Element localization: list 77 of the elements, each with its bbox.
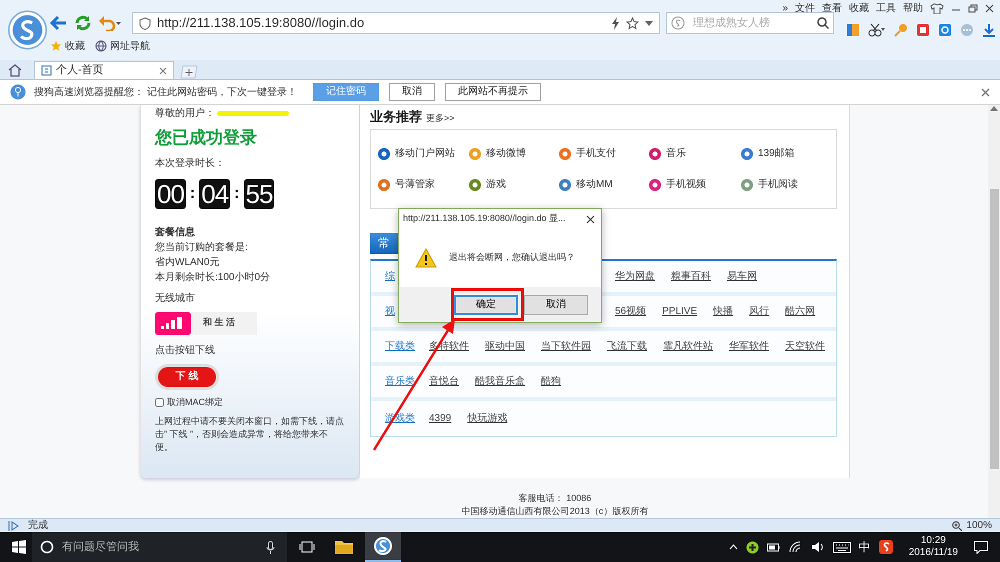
site-link[interactable]: 华军软件 xyxy=(729,339,769,354)
logout-button[interactable]: 下 线 xyxy=(158,366,216,386)
duration-label: 本次登录时长： xyxy=(155,156,226,170)
site-link[interactable]: 4399 xyxy=(429,411,452,426)
site-link[interactable]: 易车网 xyxy=(727,269,757,284)
site-link[interactable]: 酷狗 xyxy=(541,374,561,389)
browser-tab[interactable]: 个人-首页 xyxy=(34,61,174,79)
site-link[interactable]: 快玩游戏 xyxy=(467,411,508,426)
site-link[interactable]: 当下软件园 xyxy=(541,339,591,354)
menu-item[interactable]: 工具 xyxy=(876,0,896,16)
site-link[interactable]: PPLIVE xyxy=(662,304,698,319)
status-text: 完成 xyxy=(28,518,48,533)
site-link[interactable]: 糗事百科 xyxy=(671,269,711,284)
site-link[interactable]: 天空软件 xyxy=(785,339,825,354)
more-link[interactable]: 更多>> xyxy=(426,112,455,126)
timer-digits: 00 xyxy=(155,178,186,208)
timer-digits: 04 xyxy=(199,178,230,208)
hotline-text: 客服电话： 10086 xyxy=(518,492,592,505)
site-link[interactable]: 飞流下载 xyxy=(607,339,647,354)
search-box[interactable]: 理想成熟女人榜 xyxy=(666,12,834,34)
timer-separator: : xyxy=(234,184,240,204)
plan-info-text: 省内WLAN0元 xyxy=(155,256,220,270)
site-link[interactable]: 驱动中国 xyxy=(485,339,525,354)
menu-item[interactable]: 帮助 xyxy=(903,0,923,16)
site-link[interactable]: 56视频 xyxy=(615,304,646,319)
category-link[interactable]: 下载类 xyxy=(385,339,413,354)
notice-text: 上网过程中请不要关闭本窗口，如需下线，请点击” 下线 ”，否则会造成异常，将给您带来不便。 xyxy=(155,415,345,454)
dialog-button[interactable]: 确定 xyxy=(454,294,518,314)
site-link[interactable]: 酷我音乐盒 xyxy=(475,374,525,389)
plan-info-text: 本月剩余时长:100小时0分 xyxy=(155,270,272,284)
site-link[interactable]: 快播 xyxy=(713,304,734,319)
site-link[interactable]: 音悦台 xyxy=(429,374,459,389)
dialog-message: 退出将会断网，您确认退出吗？ xyxy=(449,251,575,264)
site-link[interactable]: 酷六网 xyxy=(785,304,816,319)
plan-title: 套餐信息 xyxy=(155,226,196,240)
user-label: 尊敬的用户： xyxy=(155,106,215,120)
infobar-button[interactable]: 取消 xyxy=(388,83,435,101)
he-shenghuo-banner[interactable]: 和 生 活 xyxy=(155,312,257,334)
menu-item[interactable]: 收藏 xyxy=(849,0,869,16)
service-link[interactable]: 手机视频 xyxy=(648,175,706,194)
bookmark-link[interactable]: 收藏 xyxy=(50,38,85,54)
service-link[interactable]: 139邮箱 xyxy=(740,144,795,163)
address-bar[interactable]: http://211.138.105.19:8080//login.do xyxy=(132,12,660,34)
category-link[interactable]: 音乐类 xyxy=(385,374,413,389)
infobar-button[interactable]: 此网站不再提示 xyxy=(444,83,541,101)
service-link[interactable]: 移动门户网站 xyxy=(377,144,455,163)
clock-time[interactable]: 10:29 xyxy=(920,535,946,547)
section-label: 无线城市 xyxy=(155,292,196,306)
service-link[interactable]: 音乐 xyxy=(648,144,686,163)
dialog-title: http://211.138.105.19:8080//login.do 显... xyxy=(403,212,566,226)
site-link[interactable]: 霏凡软件站 xyxy=(663,339,713,354)
service-link[interactable]: 手机阅读 xyxy=(740,175,798,194)
timer-digits: 55 xyxy=(244,178,274,208)
reminder-text: 搜狗高速浏览器提醒您： 记住此网站密码，下次一键登录！ xyxy=(34,86,297,100)
timer-separator: : xyxy=(190,184,196,204)
dialog-button[interactable]: 取消 xyxy=(524,294,588,314)
logout-hint: 点击按钮下线 xyxy=(155,344,216,358)
section-title: 业务推荐 xyxy=(370,108,422,126)
service-link[interactable]: 移动微博 xyxy=(468,144,526,163)
clock-date[interactable]: 2016/11/19 xyxy=(908,547,958,559)
bookmark-link[interactable]: 网址导航 xyxy=(95,38,150,54)
input-method-indicator[interactable]: 中 xyxy=(858,538,871,556)
site-link[interactable]: 风行 xyxy=(749,304,770,319)
plan-info-text: 您当前订购的套餐是: xyxy=(155,240,249,254)
taskbar-search-field[interactable]: 有问题尽管问我 xyxy=(60,538,260,556)
checkbox-label[interactable]: 取消MAC绑定 xyxy=(167,396,223,409)
site-link[interactable]: 华为网盘 xyxy=(615,269,655,284)
service-link[interactable]: 手机支付 xyxy=(558,144,616,163)
search-field[interactable]: 理想成熟女人榜 xyxy=(691,14,811,32)
service-link[interactable]: 游戏 xyxy=(468,175,506,194)
service-link[interactable]: 号薄管家 xyxy=(377,175,435,194)
taskbar-search-box[interactable]: 有问题尽管问我 xyxy=(32,532,287,562)
url-text: http://211.138.105.19:8080//login.do xyxy=(157,14,366,32)
service-link[interactable]: 移动MM xyxy=(558,175,613,194)
copyright-text: 中国移动通信山西有限公司2013（c）版权所有 xyxy=(460,505,650,518)
zoom-level[interactable]: 100% xyxy=(966,518,992,533)
login-success-title: 您已成功登录 xyxy=(155,127,258,149)
